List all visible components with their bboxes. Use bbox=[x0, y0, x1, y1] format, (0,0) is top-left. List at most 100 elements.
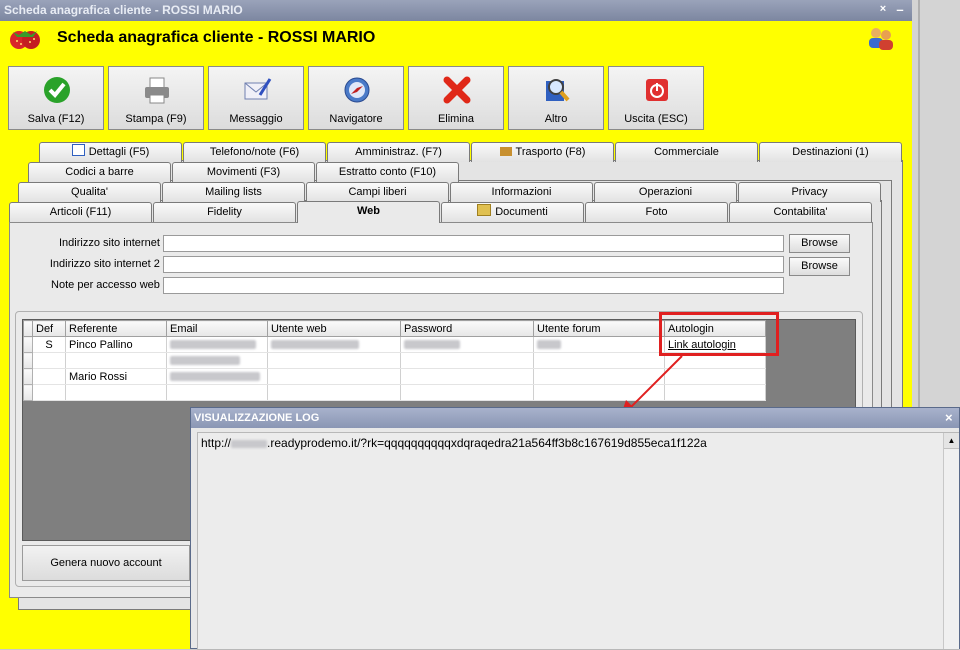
tab-campi-liberi[interactable]: Campi liberi bbox=[306, 182, 449, 202]
tab-commerciale[interactable]: Commerciale bbox=[615, 142, 758, 162]
tab-label: Telefono/note (F6) bbox=[209, 146, 300, 158]
email-cell bbox=[166, 336, 268, 353]
column-header[interactable]: Def bbox=[32, 320, 66, 337]
tab-articoli[interactable]: Articoli (F11) bbox=[9, 202, 152, 222]
tab-qualita[interactable]: Qualita' bbox=[18, 182, 161, 202]
column-header[interactable]: Email bbox=[166, 320, 268, 337]
window-titlebar: Scheda anagrafica cliente - ROSSI MARIO … bbox=[0, 0, 912, 21]
tab-trasporto[interactable]: Trasporto (F8) bbox=[471, 142, 614, 162]
tab-mailing-lists[interactable]: Mailing lists bbox=[162, 182, 305, 202]
column-header[interactable]: Password bbox=[400, 320, 534, 337]
tab-label: Articoli (F11) bbox=[49, 206, 112, 218]
log-url-prefix: http:// bbox=[201, 436, 232, 450]
page-title: Scheda anagrafica cliente - ROSSI MARIO bbox=[57, 29, 376, 46]
tab-estratto-conto[interactable]: Estratto conto (F10) bbox=[316, 162, 459, 182]
tab-label: Estratto conto (F10) bbox=[338, 166, 437, 178]
tab-label: Fidelity bbox=[207, 206, 242, 218]
close-icon[interactable]: × bbox=[876, 3, 890, 16]
def-cell: S bbox=[32, 336, 66, 353]
navigator-label: Navigatore bbox=[329, 113, 383, 125]
power-icon bbox=[646, 79, 668, 101]
tab-informazioni[interactable]: Informazioni bbox=[450, 182, 593, 202]
tab-label: Campi liberi bbox=[348, 186, 407, 198]
tab-movimenti[interactable]: Movimenti (F3) bbox=[172, 162, 315, 182]
password-cell bbox=[400, 336, 534, 353]
tab-label: Privacy bbox=[791, 186, 828, 198]
scroll-up-icon[interactable]: ▲ bbox=[944, 433, 959, 449]
message-button[interactable]: Messaggio bbox=[208, 66, 304, 130]
row-indicator bbox=[23, 352, 33, 369]
utente-web-cell bbox=[267, 352, 401, 369]
row-indicator bbox=[23, 336, 33, 353]
column-header[interactable]: Utente web bbox=[267, 320, 401, 337]
browse-button[interactable]: Browse bbox=[789, 234, 850, 253]
email-cell bbox=[166, 384, 268, 401]
tab-label: Movimenti (F3) bbox=[206, 166, 281, 178]
tab-contabilita[interactable]: Contabilita' bbox=[729, 202, 872, 222]
log-titlebar: VISUALIZZAZIONE LOG × bbox=[191, 408, 959, 428]
utente-web-cell bbox=[267, 384, 401, 401]
column-header[interactable]: Referente bbox=[65, 320, 167, 337]
tab-label: Codici a barre bbox=[65, 166, 134, 178]
check-icon bbox=[44, 77, 70, 103]
tab-label: Destinazioni (1) bbox=[792, 146, 869, 158]
window-title: Scheda anagrafica cliente - ROSSI MARIO bbox=[4, 3, 243, 17]
log-window: VISUALIZZAZIONE LOG × http:// .readyprode… bbox=[190, 407, 960, 650]
tab-label: Operazioni bbox=[638, 186, 693, 198]
row-indicator bbox=[23, 368, 33, 385]
users-icon[interactable] bbox=[866, 25, 896, 51]
log-url-line: http:// .readyprodemo.it/?rk=qqqqqqqqqqxd… bbox=[201, 436, 707, 450]
log-textarea[interactable]: http:// .readyprodemo.it/?rk=qqqqqqqqqqxd… bbox=[197, 432, 959, 650]
tab-label: Dettagli (F5) bbox=[88, 146, 150, 158]
close-icon[interactable]: × bbox=[945, 408, 953, 428]
truck-icon bbox=[499, 147, 512, 156]
log-scrollbar[interactable]: ▲ bbox=[943, 433, 959, 649]
site2-label: Indirizzo sito internet 2 : bbox=[49, 258, 166, 270]
tab-privacy[interactable]: Privacy bbox=[738, 182, 881, 202]
tab-telefono-note[interactable]: Telefono/note (F6) bbox=[183, 142, 326, 162]
tab-fidelity[interactable]: Fidelity bbox=[153, 202, 296, 222]
site2-input[interactable] bbox=[163, 256, 784, 273]
tab-label: Web bbox=[356, 205, 381, 217]
tab-web[interactable]: Web bbox=[297, 201, 440, 223]
message-label: Messaggio bbox=[229, 113, 283, 125]
referente-cell bbox=[65, 384, 167, 401]
email-cell bbox=[166, 352, 268, 369]
tab-label: Amministraz. (F7) bbox=[355, 146, 442, 158]
tab-destinazioni[interactable]: Destinazioni (1) bbox=[759, 142, 902, 162]
tab-operazioni[interactable]: Operazioni bbox=[594, 182, 737, 202]
def-cell bbox=[32, 352, 66, 369]
generate-account-button[interactable]: Genera nuovo account bbox=[22, 545, 190, 581]
email-cell bbox=[166, 368, 268, 385]
site-input[interactable] bbox=[163, 235, 784, 252]
tab-documenti[interactable]: Documenti bbox=[441, 202, 584, 222]
tab-foto[interactable]: Foto bbox=[585, 202, 728, 222]
print-label: Stampa (F9) bbox=[125, 113, 187, 125]
tab-label: Qualita' bbox=[71, 186, 108, 198]
column-header[interactable]: Utente forum bbox=[533, 320, 665, 337]
tab-label: Documenti bbox=[495, 206, 548, 218]
log-title: VISUALIZZAZIONE LOG bbox=[194, 412, 320, 424]
notes-input[interactable] bbox=[163, 277, 784, 294]
utente-web-cell bbox=[267, 368, 401, 385]
def-cell bbox=[32, 384, 66, 401]
def-cell bbox=[32, 368, 66, 385]
exit-button[interactable]: Uscita (ESC) bbox=[608, 66, 704, 130]
password-cell bbox=[400, 384, 534, 401]
tab-dettagli[interactable]: Dettagli (F5) bbox=[39, 142, 182, 162]
site-label: Indirizzo sito internet : bbox=[59, 237, 166, 249]
compass-icon bbox=[344, 77, 370, 103]
folder-icon bbox=[477, 204, 492, 216]
save-button[interactable]: Salva (F12) bbox=[8, 66, 104, 130]
tab-amministraz[interactable]: Amministraz. (F7) bbox=[327, 142, 470, 162]
magnifier-book-icon bbox=[546, 79, 570, 102]
browse-button-2[interactable]: Browse bbox=[789, 257, 850, 276]
print-button[interactable]: Stampa (F9) bbox=[108, 66, 204, 130]
tab-codici-a-barre[interactable]: Codici a barre bbox=[28, 162, 171, 182]
more-button[interactable]: Altro bbox=[508, 66, 604, 130]
minimize-icon[interactable]: – bbox=[893, 3, 907, 16]
navigator-button[interactable]: Navigatore bbox=[308, 66, 404, 130]
delete-button[interactable]: Elimina bbox=[408, 66, 504, 130]
notes-label: Note per accesso web : bbox=[51, 279, 166, 291]
referente-cell: Mario Rossi bbox=[65, 368, 167, 385]
